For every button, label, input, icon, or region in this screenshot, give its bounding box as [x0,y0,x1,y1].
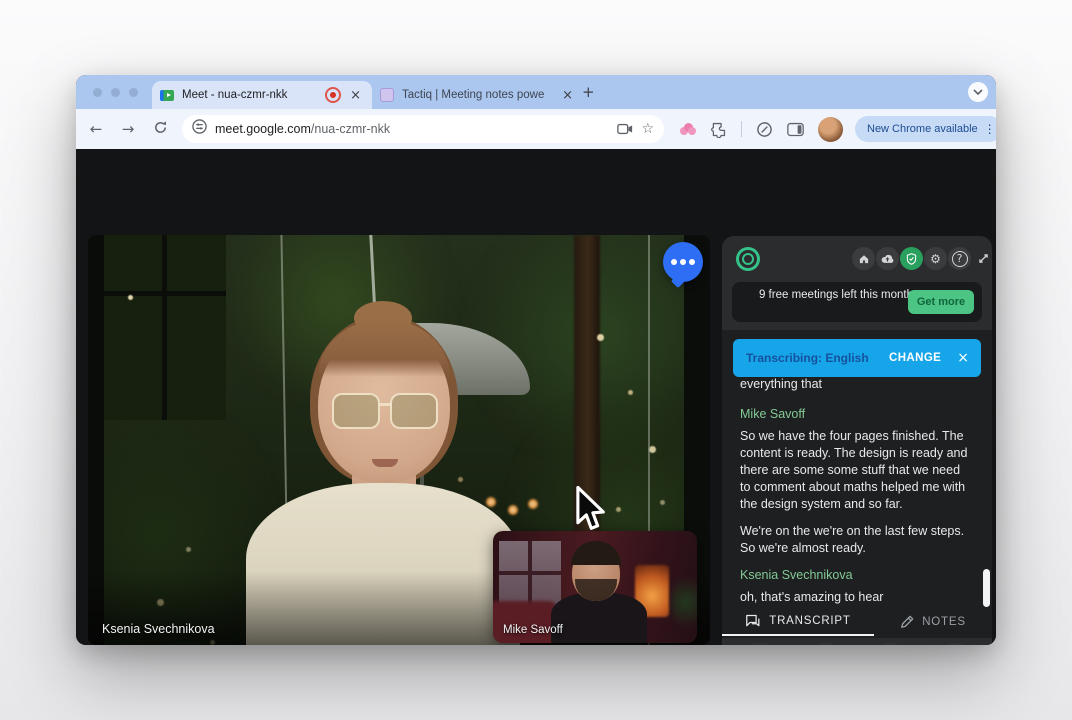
transcript-speaker: Mike Savoff [740,406,968,423]
mouse-cursor [575,486,609,539]
new-tab-button[interactable]: + [582,83,595,101]
pip-participant-hair [571,541,621,565]
window-panes [104,235,226,420]
forward-icon[interactable]: → [116,120,140,138]
toolbar-divider [741,121,742,137]
close-tab-icon[interactable]: × [347,88,364,103]
side-panel-icon[interactable] [787,122,804,137]
get-more-button[interactable]: Get more [908,290,974,314]
transcribing-status-label: Transcribing: English [746,351,889,365]
home-icon[interactable] [852,247,875,270]
browser-menu-kebab-icon[interactable]: ⋮ [984,122,996,136]
settings-gear-icon[interactable]: ⚙ [924,247,947,270]
share-button[interactable] [738,643,782,645]
url-bar[interactable]: meet.google.com/nua-czmr-nkk ☆ [182,115,664,143]
url-text[interactable]: meet.google.com/nua-czmr-nkk [215,122,609,136]
window-minimize-button[interactable] [111,88,120,97]
pause-transcription-button[interactable] [933,643,977,645]
plant [671,571,697,633]
window-close-button[interactable] [93,88,102,97]
upload-cloud-icon[interactable] [876,247,899,270]
couch [493,601,557,643]
tactiq-action-bar [722,638,992,645]
dismiss-banner-icon[interactable]: × [957,351,969,365]
chrome-update-label: New Chrome available [867,123,978,135]
tab-tactiq[interactable]: Tactiq | Meeting notes powe × [372,81,584,109]
chrome-update-button[interactable]: New Chrome available ⋮ [855,116,996,142]
tab-tactiq-title: Tactiq | Meeting notes powe [402,89,559,101]
browser-window: Meet - nua-czmr-nkk × Tactiq | Meeting n… [76,75,996,645]
tab-notes[interactable]: NOTES [874,608,992,636]
pip-name-label: Mike Savoff [503,624,563,636]
browser-toolbar: ← → meet.google.com/nua-czmr-nkk ☆ [76,109,996,149]
tab-meet[interactable]: Meet - nua-czmr-nkk × [152,81,372,109]
transcribing-banner: Transcribing: English CHANGE × [733,339,981,377]
loft-window [499,541,561,607]
tactiq-toolbar-icon[interactable] [756,121,773,138]
pip-video-tile[interactable]: Mike Savoff [493,531,697,643]
chat-icon [745,614,761,628]
tab-search-chevron-icon[interactable] [968,82,988,102]
panel-tab-bar: TRANSCRIPT NOTES [722,608,992,636]
quota-label: 9 free meetings left this month [758,288,914,316]
tab-capture-icon[interactable] [617,123,633,135]
shield-check-icon[interactable] [900,247,923,270]
tab-strip: Meet - nua-czmr-nkk × Tactiq | Meeting n… [76,75,996,109]
transcript-list: everything that Mike Savoff So we have t… [740,376,968,606]
back-icon[interactable]: ← [84,120,108,138]
google-docs-button[interactable] [803,643,847,645]
tactiq-header: ⚙ ? 9 free meetings left this month Get … [722,236,992,330]
tactiq-favicon-icon [380,88,394,102]
meet-extension-icon[interactable] [680,123,696,135]
tab-transcript-label: TRANSCRIPT [769,615,850,627]
refresh-icon[interactable] [148,120,172,139]
tab-transcript[interactable]: TRANSCRIPT [722,608,874,636]
screenshot-button[interactable] [868,643,912,645]
transcript-scrollbar[interactable] [983,569,990,607]
transcript-text: We're on the we're on the last few steps… [740,523,968,557]
collapse-panel-icon[interactable] [972,247,995,270]
profile-avatar[interactable] [818,117,843,142]
recording-indicator-icon [325,87,341,103]
participant-glasses [332,393,438,429]
desktop-background: Meet - nua-czmr-nkk × Tactiq | Meeting n… [0,0,1072,720]
participant-name-label: Ksenia Svechnikova [102,622,215,636]
help-icon[interactable]: ? [948,247,971,270]
meet-favicon-icon [160,90,174,101]
quota-card: 9 free meetings left this month Get more [732,282,982,322]
change-language-button[interactable]: CHANGE [889,352,941,364]
close-tab-icon[interactable]: × [559,88,576,103]
bookmark-star-icon[interactable]: ☆ [641,121,654,137]
participant-mouth [372,459,398,467]
pencil-icon [900,615,914,629]
tab-notes-label: NOTES [922,616,966,628]
site-settings-icon[interactable] [192,119,207,139]
tab-meet-title: Meet - nua-czmr-nkk [182,89,319,101]
window-zoom-button[interactable] [129,88,138,97]
meet-page: Ksenia Svechnikova Mike Savoff nua-czmr-… [76,149,996,645]
transcript-speaker: Ksenia Svechnikova [740,567,968,584]
transcript-text: oh, that's amazing to hear [740,589,968,606]
transcript-text: everything that [740,376,968,393]
chat-bubble-button[interactable] [663,242,703,282]
transcript-text: So we have the four pages finished. The … [740,428,968,513]
extensions-puzzle-icon[interactable] [710,121,727,138]
tactiq-logo-icon [736,247,760,271]
string-lights [128,295,133,300]
tactiq-panel: ⚙ ? 9 free meetings left this month Get … [722,236,992,645]
